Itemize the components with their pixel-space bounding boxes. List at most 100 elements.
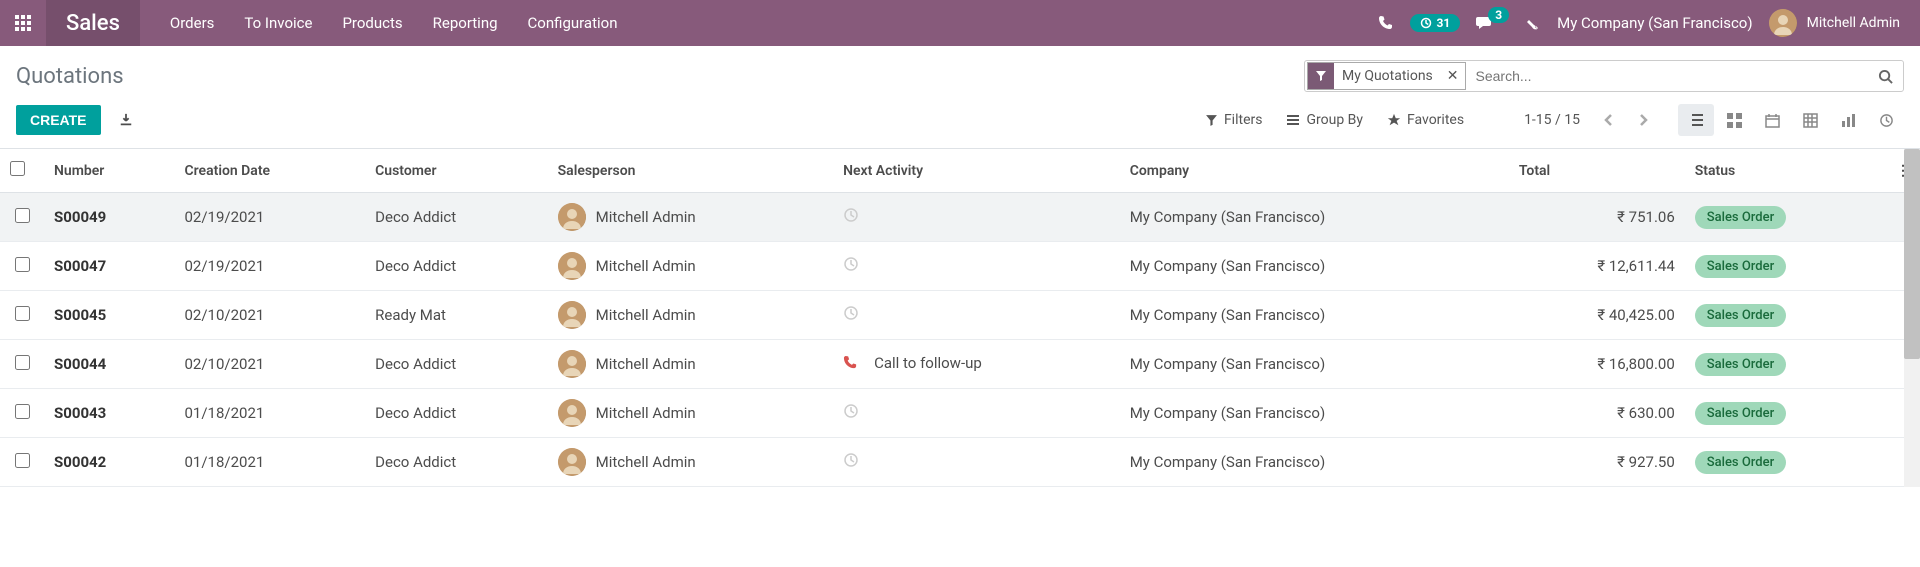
create-button[interactable]: CREATE: [16, 105, 101, 135]
list-view: Number Creation Date Customer Salesperso…: [0, 149, 1920, 487]
list-view-button[interactable]: [1678, 104, 1714, 136]
nav-menu: Orders To Invoice Products Reporting Con…: [156, 2, 632, 44]
favorites-dropdown[interactable]: Favorites: [1387, 112, 1464, 128]
row-checkbox[interactable]: [15, 404, 30, 419]
th-creation-date[interactable]: Creation Date: [175, 149, 366, 193]
row-activity[interactable]: [833, 438, 1120, 487]
row-company: My Company (San Francisco): [1120, 291, 1509, 340]
row-customer: Deco Addict: [365, 242, 547, 291]
chip-label: My Quotations: [1334, 68, 1441, 84]
th-company[interactable]: Company: [1120, 149, 1509, 193]
row-salesperson: Mitchell Admin: [558, 203, 823, 231]
th-number[interactable]: Number: [44, 149, 175, 193]
filters-label: Filters: [1224, 112, 1263, 128]
table-row[interactable]: S0004201/18/2021Deco AddictMitchell Admi…: [0, 438, 1920, 487]
funnel-icon: [1308, 63, 1334, 89]
chevron-right-icon: [1638, 113, 1648, 127]
row-checkbox[interactable]: [15, 453, 30, 468]
activity-button[interactable]: 31: [1410, 14, 1460, 32]
table-row[interactable]: S0004702/19/2021Deco AddictMitchell Admi…: [0, 242, 1920, 291]
row-customer: Deco Addict: [365, 389, 547, 438]
row-activity[interactable]: [833, 389, 1120, 438]
table-row[interactable]: S0004902/19/2021Deco AddictMitchell Admi…: [0, 193, 1920, 242]
row-total: ₹ 630.00: [1509, 389, 1685, 438]
th-salesperson[interactable]: Salesperson: [548, 149, 833, 193]
kanban-view-button[interactable]: [1716, 104, 1752, 136]
nav-item-orders[interactable]: Orders: [156, 2, 229, 44]
nav-right: 31 3 My Company (San Francisco) Mitchell…: [1378, 9, 1920, 37]
pager-text[interactable]: 1-15 / 15: [1524, 112, 1580, 128]
row-activity[interactable]: Call to follow-up: [833, 340, 1120, 389]
filters-dropdown[interactable]: Filters: [1205, 112, 1263, 128]
activity-view-button[interactable]: [1868, 104, 1904, 136]
row-checkbox[interactable]: [15, 306, 30, 321]
th-status[interactable]: Status: [1685, 149, 1886, 193]
search-input[interactable]: [1468, 68, 1868, 84]
chip-remove-button[interactable]: ✕: [1441, 68, 1465, 84]
row-checkbox[interactable]: [15, 257, 30, 272]
groupby-dropdown[interactable]: Group By: [1286, 112, 1363, 128]
apps-menu-button[interactable]: [0, 0, 46, 46]
search-icon: [1878, 69, 1893, 84]
row-checkbox[interactable]: [15, 208, 30, 223]
pager-prev-button[interactable]: [1594, 107, 1624, 133]
status-badge: Sales Order: [1695, 402, 1786, 425]
pivot-icon: [1803, 113, 1818, 128]
nav-item-reporting[interactable]: Reporting: [419, 2, 512, 44]
row-activity[interactable]: [833, 291, 1120, 340]
row-customer: Deco Addict: [365, 340, 547, 389]
search-button[interactable]: [1868, 69, 1903, 84]
row-company: My Company (San Francisco): [1120, 389, 1509, 438]
avatar-icon: [558, 399, 586, 427]
row-company: My Company (San Francisco): [1120, 438, 1509, 487]
graph-view-button[interactable]: [1830, 104, 1866, 136]
th-total[interactable]: Total: [1509, 149, 1685, 193]
row-company: My Company (San Francisco): [1120, 340, 1509, 389]
nav-item-products[interactable]: Products: [328, 2, 416, 44]
clock-icon: [1420, 17, 1432, 29]
clock-icon: [843, 403, 859, 419]
avatar-icon: [558, 252, 586, 280]
row-total: ₹ 16,800.00: [1509, 340, 1685, 389]
avatar-icon: [558, 350, 586, 378]
th-next-activity[interactable]: Next Activity: [833, 149, 1120, 193]
calendar-view-button[interactable]: [1754, 104, 1790, 136]
app-brand[interactable]: Sales: [46, 0, 140, 46]
select-all-checkbox[interactable]: [10, 161, 25, 176]
row-salesperson: Mitchell Admin: [558, 252, 823, 280]
user-menu[interactable]: Mitchell Admin: [1769, 9, 1900, 37]
row-activity[interactable]: [833, 242, 1120, 291]
search-bar[interactable]: My Quotations ✕: [1304, 60, 1904, 92]
breadcrumb: Quotations: [16, 64, 124, 89]
scrollbar[interactable]: [1904, 149, 1920, 487]
table-row[interactable]: S0004502/10/2021Ready MatMitchell AdminM…: [0, 291, 1920, 340]
th-customer[interactable]: Customer: [365, 149, 547, 193]
row-date: 02/19/2021: [175, 193, 366, 242]
company-selector[interactable]: My Company (San Francisco): [1557, 14, 1752, 32]
message-count: 3: [1488, 7, 1509, 23]
clock-icon: [843, 452, 859, 468]
list-icon: [1286, 114, 1300, 126]
row-checkbox[interactable]: [15, 355, 30, 370]
nav-item-to-invoice[interactable]: To Invoice: [230, 2, 326, 44]
phone-button[interactable]: [1378, 15, 1394, 31]
pivot-view-button[interactable]: [1792, 104, 1828, 136]
clock-icon: [843, 256, 859, 272]
pager-next-button[interactable]: [1628, 107, 1658, 133]
search-filter-chip[interactable]: My Quotations ✕: [1307, 62, 1466, 90]
table-row[interactable]: S0004402/10/2021Deco AddictMitchell Admi…: [0, 340, 1920, 389]
table-row[interactable]: S0004301/18/2021Deco AddictMitchell Admi…: [0, 389, 1920, 438]
list-icon: [1688, 113, 1704, 127]
row-total: ₹ 40,425.00: [1509, 291, 1685, 340]
view-switcher: [1678, 104, 1904, 136]
avatar-icon: [558, 301, 586, 329]
debug-button[interactable]: [1525, 15, 1541, 31]
messages-button[interactable]: 3: [1476, 15, 1509, 31]
row-activity[interactable]: [833, 193, 1120, 242]
nav-item-configuration[interactable]: Configuration: [514, 2, 632, 44]
control-panel: Quotations My Quotations ✕ CREATE Filter…: [0, 46, 1920, 149]
wrench-icon: [1525, 15, 1541, 31]
import-button[interactable]: [119, 113, 133, 127]
status-badge: Sales Order: [1695, 255, 1786, 278]
row-customer: Ready Mat: [365, 291, 547, 340]
